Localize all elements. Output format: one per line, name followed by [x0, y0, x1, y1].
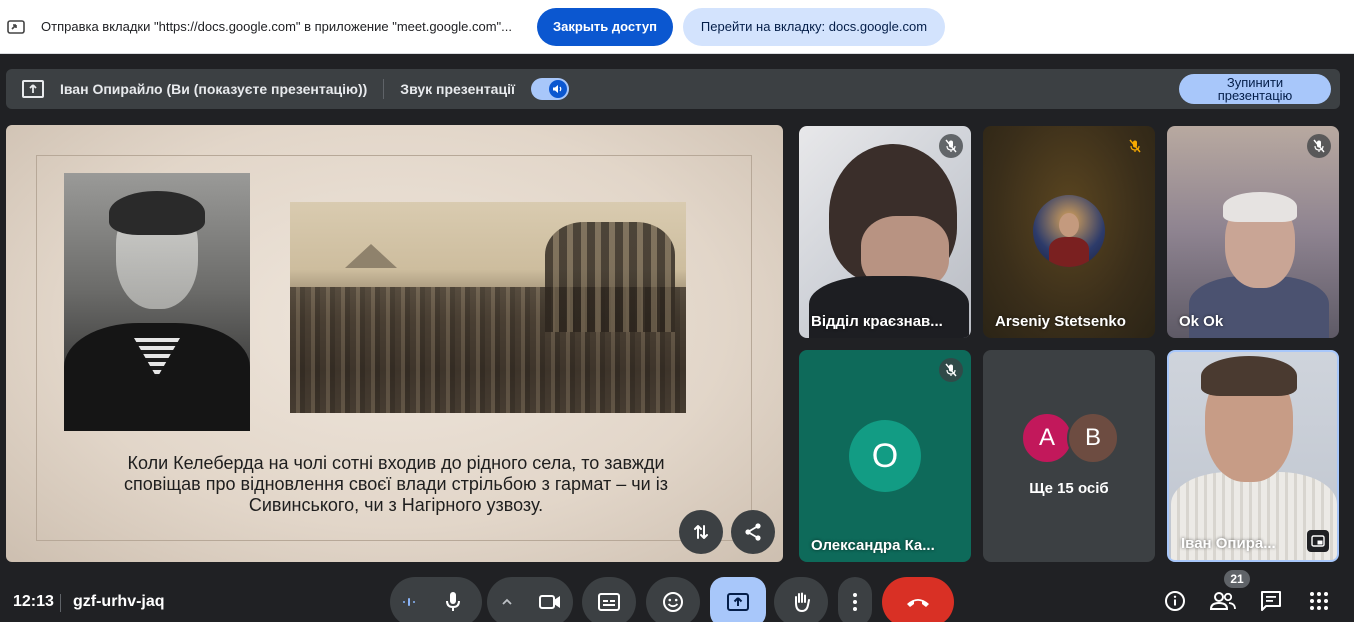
meeting-info-icon[interactable]	[1162, 588, 1188, 614]
go-to-tab-button[interactable]: Перейти на вкладку: docs.google.com	[682, 7, 946, 46]
share-message: Отправка вкладки "https://docs.google.co…	[41, 19, 512, 34]
avatar: A	[1021, 412, 1073, 464]
participant-name: Відділ краєзнав...	[811, 313, 943, 330]
more-vertical-icon	[853, 593, 857, 611]
camera-icon	[539, 595, 560, 609]
tab-share-icon	[7, 19, 25, 34]
presentation-audio-label: Звук презентації	[400, 81, 515, 97]
presentation-audio-toggle[interactable]	[530, 78, 569, 100]
present-now-button[interactable]	[710, 577, 766, 622]
participant-tile[interactable]: Ok Ok	[1167, 126, 1339, 338]
participant-name: Ok Ok	[1179, 313, 1224, 330]
activities-grid-icon[interactable]	[1306, 588, 1332, 614]
slide-share-button[interactable]	[731, 510, 775, 554]
stop-sharing-button[interactable]: Закрыть доступ	[537, 7, 673, 46]
mic-off-icon	[1123, 134, 1147, 158]
chat-icon[interactable]	[1258, 588, 1284, 614]
presenting-bar: Іван Опирайло (Ви (показуєте презентацію…	[6, 69, 1340, 109]
participant-tile[interactable]: Відділ краєзнав...	[799, 126, 971, 338]
hang-up-icon	[907, 599, 929, 607]
meeting-code: gzf-urhv-jaq	[73, 593, 165, 610]
participant-tile[interactable]: О Олександра Ка...	[799, 350, 971, 562]
avatar	[1033, 195, 1105, 267]
participant-name: Arseniy Stetsenko	[995, 313, 1126, 330]
more-options-button[interactable]	[838, 577, 872, 622]
mic-off-icon	[1307, 134, 1331, 158]
share-icon	[745, 523, 761, 541]
avatar: B	[1067, 412, 1119, 464]
raise-hand-button[interactable]	[774, 577, 828, 622]
volume-icon	[548, 80, 567, 98]
audio-level-icon	[390, 596, 428, 608]
present-screen-icon	[22, 80, 44, 98]
more-participants-tile[interactable]: A B Ще 15 осіб	[983, 350, 1155, 562]
people-count-badge: 21	[1224, 570, 1250, 588]
divider	[60, 594, 61, 612]
hand-icon	[795, 592, 810, 613]
sailor-portrait-photo	[64, 173, 250, 431]
microphone-button[interactable]	[428, 577, 478, 622]
swap-arrows-icon	[694, 525, 708, 539]
present-to-all-icon	[727, 593, 749, 611]
self-view-tile[interactable]: Іван Опира...	[1167, 350, 1339, 562]
captions-icon	[598, 593, 620, 611]
picture-in-picture-icon[interactable]	[1307, 530, 1329, 552]
avatar: О	[849, 420, 921, 492]
camera-button[interactable]	[527, 577, 573, 622]
chevron-up-icon[interactable]	[487, 598, 527, 606]
people-icon[interactable]	[1210, 588, 1236, 614]
stop-presenting-button[interactable]: Зупинити презентацію	[1179, 74, 1331, 104]
historical-crowd-photo	[290, 202, 686, 413]
presentation-slide: Коли Келеберда на чолі сотні входив до р…	[6, 125, 783, 562]
leave-call-button[interactable]	[882, 577, 954, 622]
slide-caption: Коли Келеберда на чолі сотні входив до р…	[124, 453, 668, 515]
meeting-clock: 12:13	[13, 593, 54, 610]
more-participants-label: Ще 15 осіб	[1029, 480, 1109, 497]
mic-off-icon	[939, 358, 963, 382]
captions-button[interactable]	[582, 577, 636, 622]
participant-tile[interactable]: Arseniy Stetsenko	[983, 126, 1155, 338]
presenter-name: Іван Опирайло (Ви (показуєте презентацію…	[60, 81, 368, 97]
participant-name: Іван Опира...	[1181, 535, 1276, 552]
tab-share-notification-bar: Отправка вкладки "https://docs.google.co…	[0, 0, 1354, 54]
microphone-control-group	[390, 577, 482, 622]
camera-control-group	[487, 577, 573, 622]
reactions-button[interactable]	[646, 577, 700, 622]
divider	[383, 79, 385, 99]
slide-swap-button[interactable]	[679, 510, 723, 554]
microphone-icon	[446, 592, 460, 611]
emoji-icon	[663, 592, 683, 612]
mic-off-icon	[939, 134, 963, 158]
participant-name: Олександра Ка...	[811, 537, 935, 554]
